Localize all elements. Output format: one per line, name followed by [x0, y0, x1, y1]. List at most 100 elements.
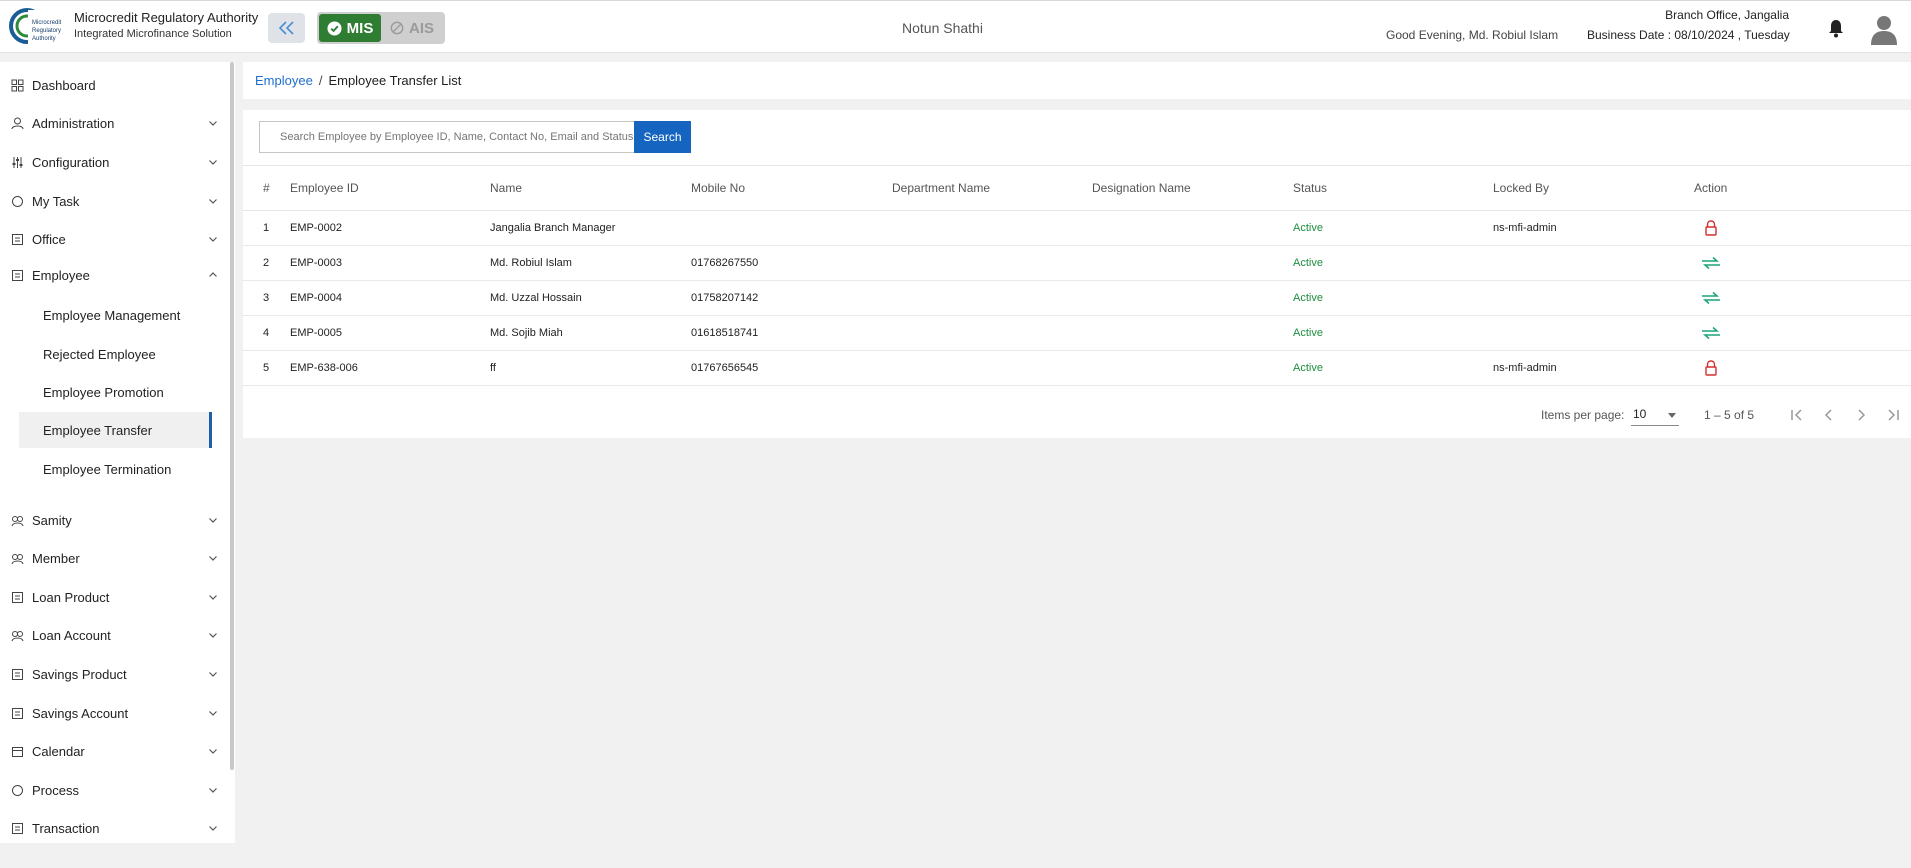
sidebar-item-loan-product[interactable]: Loan Product [0, 582, 228, 612]
cell-employee-id: EMP-0003 [290, 257, 342, 269]
dashboard-icon [11, 79, 24, 91]
sidebar-item-label: Configuration [32, 154, 110, 170]
cell-name: Md. Robiul Islam [490, 257, 572, 269]
sub-item-label: Employee Termination [43, 461, 172, 477]
module-switch: MIS AIS [317, 12, 445, 44]
next-page-icon[interactable] [1851, 405, 1871, 425]
sidebar-item-label: Savings Account [32, 705, 129, 721]
sidebar-item-label: Member [32, 550, 80, 566]
sidebar-item-administration[interactable]: Administration [0, 108, 228, 138]
sidebar-item-label: Transaction [32, 820, 100, 836]
cell-employee-id: EMP-0005 [290, 327, 342, 339]
page-range: 1 – 5 of 5 [1704, 408, 1755, 422]
lock-icon[interactable] [1702, 360, 1720, 376]
sidebar-item-process[interactable]: Process [0, 775, 228, 805]
table-row: 3 EMP-0004 Md. Uzzal Hossain 01758207142… [243, 281, 1911, 316]
admin-icon [11, 117, 24, 129]
cell-status: Active [1293, 292, 1323, 304]
transaction-icon [12, 822, 23, 834]
breadcrumb-current: Employee Transfer List [328, 73, 462, 88]
col-header-status[interactable]: Status [1293, 166, 1327, 210]
sidebar-item-member[interactable]: Member [0, 543, 228, 573]
sidebar-sub-employee-promotion[interactable]: Employee Promotion [19, 374, 212, 410]
items-per-page-label: Items per page: [1541, 408, 1625, 422]
cell-name: ff [490, 362, 496, 374]
col-header-designation[interactable]: Designation Name [1092, 166, 1191, 210]
col-header-name[interactable]: Name [490, 166, 522, 210]
transfer-icon[interactable] [1700, 290, 1722, 306]
sidebar-sub-employee-transfer[interactable]: Employee Transfer [19, 412, 212, 448]
sidebar-item-label: Process [32, 782, 79, 798]
chevron-down-icon [209, 237, 217, 242]
sidebar-item-employee[interactable]: Employee [0, 260, 228, 290]
sidebar-scrollbar[interactable] [230, 62, 234, 770]
transfer-icon[interactable] [1700, 255, 1722, 271]
mis-label: MIS [346, 19, 374, 37]
sidebar-sub-rejected-employee[interactable]: Rejected Employee [19, 336, 212, 372]
chevron-down-icon [209, 826, 217, 831]
chevron-down-icon [209, 518, 217, 523]
col-header-locked-by[interactable]: Locked By [1493, 166, 1549, 210]
breadcrumb-employee-link[interactable]: Employee [255, 73, 313, 88]
sidebar-item-label: Office [32, 231, 66, 247]
chevron-down-icon [209, 633, 217, 638]
cell-mobile: 01768267550 [691, 257, 759, 269]
chevron-down-icon [209, 121, 217, 126]
savings-product-icon [12, 668, 23, 680]
col-header-department[interactable]: Department Name [892, 166, 990, 210]
chevron-down-icon [209, 160, 217, 165]
sidebar-item-configuration[interactable]: Configuration [0, 147, 228, 177]
search-input[interactable] [260, 122, 634, 152]
first-page-icon[interactable] [1787, 405, 1807, 425]
ais-toggle-button[interactable]: AIS [381, 14, 443, 42]
paginator: Items per page: 10 1 – 5 of 5 [243, 395, 1911, 435]
items-per-page-select[interactable]: 10 [1631, 404, 1679, 426]
sidebar-item-savings-account[interactable]: Savings Account [0, 698, 228, 728]
transfer-icon[interactable] [1700, 325, 1722, 341]
col-header-index: # [263, 181, 270, 195]
sidebar-item-savings-product[interactable]: Savings Product [0, 659, 228, 689]
search-button[interactable]: Search [634, 121, 691, 153]
sidebar-collapse-button[interactable] [268, 13, 305, 43]
sidebar-item-office[interactable]: Office [0, 224, 228, 254]
sidebar-item-dashboard[interactable]: Dashboard [0, 70, 228, 100]
block-icon [390, 21, 404, 35]
sidebar-item-transaction[interactable]: Transaction [0, 813, 228, 843]
col-header-action: Action [1694, 181, 1728, 195]
branch-name: Branch Office, Jangalia [1665, 8, 1789, 22]
cell-employee-id: EMP-0004 [290, 292, 342, 304]
ais-label: AIS [408, 19, 434, 37]
cell-action [1700, 246, 1722, 280]
previous-page-icon[interactable] [1819, 405, 1839, 425]
sidebar-item-label: Loan Account [32, 627, 111, 643]
sidebar-item-calendar[interactable]: Calendar [0, 736, 228, 766]
sidebar-item-loan-account[interactable]: Loan Account [0, 620, 228, 650]
breadcrumb: Employee / Employee Transfer List [243, 62, 1911, 99]
sub-item-label: Employee Management [43, 307, 181, 323]
notification-bell-icon[interactable] [1827, 18, 1845, 38]
cell-employee-id: EMP-0002 [290, 222, 342, 234]
search-field [259, 121, 634, 153]
cell-status: Active [1293, 257, 1323, 269]
sidebar-item-samity[interactable]: Samity [0, 505, 228, 535]
samity-icon [11, 515, 24, 526]
double-chevron-left-icon [278, 21, 294, 35]
chevron-down-icon [209, 672, 217, 677]
breadcrumb-separator: / [318, 73, 323, 88]
col-header-employee-id[interactable]: Employee ID [290, 166, 359, 210]
col-header-mobile[interactable]: Mobile No [691, 166, 745, 210]
sidebar-sub-employee-termination[interactable]: Employee Termination [19, 451, 212, 487]
sidebar-item-label: Employee [32, 267, 90, 283]
user-avatar-icon[interactable] [1870, 13, 1898, 45]
lock-icon[interactable] [1702, 220, 1720, 236]
business-date: Business Date : 08/10/2024 , Tuesday [1587, 28, 1790, 42]
mis-toggle-button[interactable]: MIS [319, 14, 381, 42]
cell-index: 5 [263, 362, 270, 374]
dropdown-arrow-icon [1668, 413, 1676, 418]
savings-account-icon [12, 707, 23, 719]
sidebar-item-my-task[interactable]: My Task [0, 186, 228, 216]
last-page-icon[interactable] [1883, 405, 1903, 425]
config-icon [12, 156, 23, 168]
sidebar-sub-employee-management[interactable]: Employee Management [19, 297, 212, 333]
table-row: 4 EMP-0005 Md. Sojib Miah 01618518741 Ac… [243, 316, 1911, 351]
